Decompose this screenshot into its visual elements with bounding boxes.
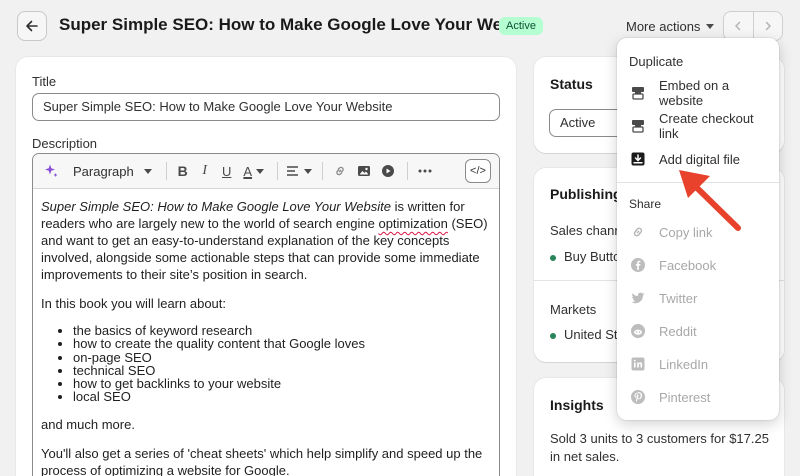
facebook-label: Facebook bbox=[659, 257, 717, 273]
editor-toolbar: Paragraph B I U A </> bbox=[33, 154, 499, 189]
list-item: local SEO bbox=[73, 390, 493, 404]
linkedin-item[interactable]: LinkedIn bbox=[625, 350, 771, 378]
caret-down-icon bbox=[143, 168, 152, 174]
list-item: technical SEO bbox=[73, 364, 493, 378]
menu-divider bbox=[617, 182, 779, 183]
pinterest-icon bbox=[630, 389, 646, 405]
status-badge: Active bbox=[499, 17, 543, 35]
embed-icon bbox=[630, 85, 646, 101]
toolbar-divider bbox=[276, 162, 278, 180]
more-horizontal-icon[interactable] bbox=[414, 159, 436, 183]
facebook-item[interactable]: Facebook bbox=[625, 251, 771, 279]
copy-link-item[interactable]: Copy link bbox=[625, 218, 771, 246]
twitter-label: Twitter bbox=[659, 290, 698, 306]
markets-label: Markets bbox=[550, 302, 597, 317]
add-digital-file-item[interactable]: Add digital file bbox=[625, 145, 771, 173]
insights-card-title: Insights bbox=[550, 397, 604, 413]
reddit-icon bbox=[630, 323, 646, 339]
sparkle-ai-icon[interactable] bbox=[41, 159, 61, 183]
more-paragraph: and much more. bbox=[41, 416, 135, 432]
intro-paragraph: Super Simple SEO: How to Make Google Lov… bbox=[41, 198, 493, 283]
previous-product-button[interactable] bbox=[724, 12, 753, 40]
more-actions-menu: Duplicate Embed on a website Create chec… bbox=[617, 38, 779, 420]
create-checkout-link-label: Create checkout link bbox=[659, 111, 754, 141]
product-details-card: Title Super Simple SEO: How to Make Goog… bbox=[16, 57, 516, 476]
toolbar-divider bbox=[406, 162, 408, 180]
underline-icon[interactable]: U bbox=[217, 159, 237, 183]
spellcheck-word: optimizing bbox=[104, 462, 164, 476]
topic-list: the basics of keyword research how to cr… bbox=[73, 324, 493, 404]
description-content: Super Simple SEO: How to Make Google Lov… bbox=[41, 198, 493, 476]
sales-channel-item: Buy Button bbox=[550, 249, 628, 264]
market-item: United Sta bbox=[550, 327, 625, 342]
list-item: on-page SEO bbox=[73, 350, 493, 364]
copy-link-label: Copy link bbox=[659, 224, 713, 240]
list-item: how to create the quality content that G… bbox=[73, 337, 493, 351]
chevron-right-icon bbox=[765, 21, 771, 31]
description-editor[interactable]: Paragraph B I U A </> Super Simple SEO: … bbox=[32, 153, 500, 476]
toolbar-divider bbox=[321, 162, 323, 180]
list-item: how to get backlinks to your website bbox=[73, 377, 493, 391]
reddit-item[interactable]: Reddit bbox=[625, 317, 771, 345]
linkedin-icon bbox=[630, 356, 646, 372]
link-icon[interactable] bbox=[329, 159, 351, 183]
next-product-button[interactable] bbox=[752, 12, 783, 40]
link-icon bbox=[630, 224, 646, 240]
embed-on-website-label: Embed on a website bbox=[659, 78, 730, 108]
share-section-label: Share bbox=[629, 197, 662, 211]
bold-icon[interactable]: B bbox=[173, 159, 193, 183]
twitter-icon bbox=[630, 290, 646, 306]
title-label: Title bbox=[32, 74, 57, 89]
paragraph-style-select[interactable]: Paragraph bbox=[63, 164, 160, 179]
cheat-sheets-paragraph: You'll also get a series of 'cheat sheet… bbox=[41, 445, 493, 476]
download-file-icon bbox=[630, 151, 646, 167]
intro-book-title: Super Simple SEO: How to Make Google Lov… bbox=[41, 199, 391, 214]
market-name: United Sta bbox=[564, 327, 625, 342]
list-item: the basics of keyword research bbox=[73, 324, 493, 338]
toolbar-divider bbox=[165, 162, 167, 180]
pinterest-item[interactable]: Pinterest bbox=[625, 383, 771, 411]
more-actions-label: More actions bbox=[626, 18, 701, 34]
twitter-item[interactable]: Twitter bbox=[625, 284, 771, 312]
chevron-left-icon bbox=[735, 21, 741, 31]
text-color-icon[interactable]: A bbox=[239, 159, 269, 183]
status-dot bbox=[550, 254, 556, 261]
reddit-label: Reddit bbox=[659, 323, 697, 339]
publishing-card-title: Publishing bbox=[550, 186, 622, 202]
checkout-link-icon bbox=[630, 118, 646, 134]
paragraph-style-label: Paragraph bbox=[73, 163, 134, 179]
add-digital-file-label: Add digital file bbox=[659, 151, 740, 167]
duplicate-item[interactable]: Duplicate bbox=[629, 54, 683, 69]
video-icon[interactable] bbox=[377, 159, 399, 183]
image-icon[interactable] bbox=[353, 159, 375, 183]
code-view-button[interactable]: </> bbox=[465, 159, 491, 183]
italic-icon[interactable]: I bbox=[195, 159, 215, 183]
embed-on-website-item[interactable]: Embed on a website bbox=[625, 78, 771, 108]
learn-intro: In this book you will learn about: bbox=[41, 296, 226, 311]
pinterest-label: Pinterest bbox=[659, 389, 711, 405]
caret-down-icon bbox=[706, 23, 715, 29]
title-input[interactable]: Super Simple SEO: How to Make Google Lov… bbox=[32, 93, 500, 121]
spellcheck-word: optimization bbox=[378, 216, 448, 231]
status-card-title: Status bbox=[550, 76, 593, 92]
insights-line-1: Sold 3 units to 3 customers for $17.25 bbox=[550, 431, 769, 446]
status-dot bbox=[550, 332, 556, 339]
pagination bbox=[723, 11, 783, 41]
linkedin-label: LinkedIn bbox=[659, 356, 709, 372]
cheat-text-b: a website for Google. bbox=[163, 462, 290, 476]
align-left-icon[interactable] bbox=[284, 159, 314, 183]
back-button[interactable] bbox=[17, 11, 47, 41]
page-title: Super Simple SEO: How to Make Google Lov… bbox=[59, 15, 542, 34]
arrow-left-icon bbox=[26, 20, 38, 32]
more-actions-button[interactable]: More actions bbox=[618, 12, 722, 40]
facebook-icon bbox=[630, 257, 646, 273]
create-checkout-link-item[interactable]: Create checkout link bbox=[625, 111, 771, 141]
description-label: Description bbox=[32, 136, 98, 151]
insights-line-2: in net sales. bbox=[550, 449, 620, 464]
